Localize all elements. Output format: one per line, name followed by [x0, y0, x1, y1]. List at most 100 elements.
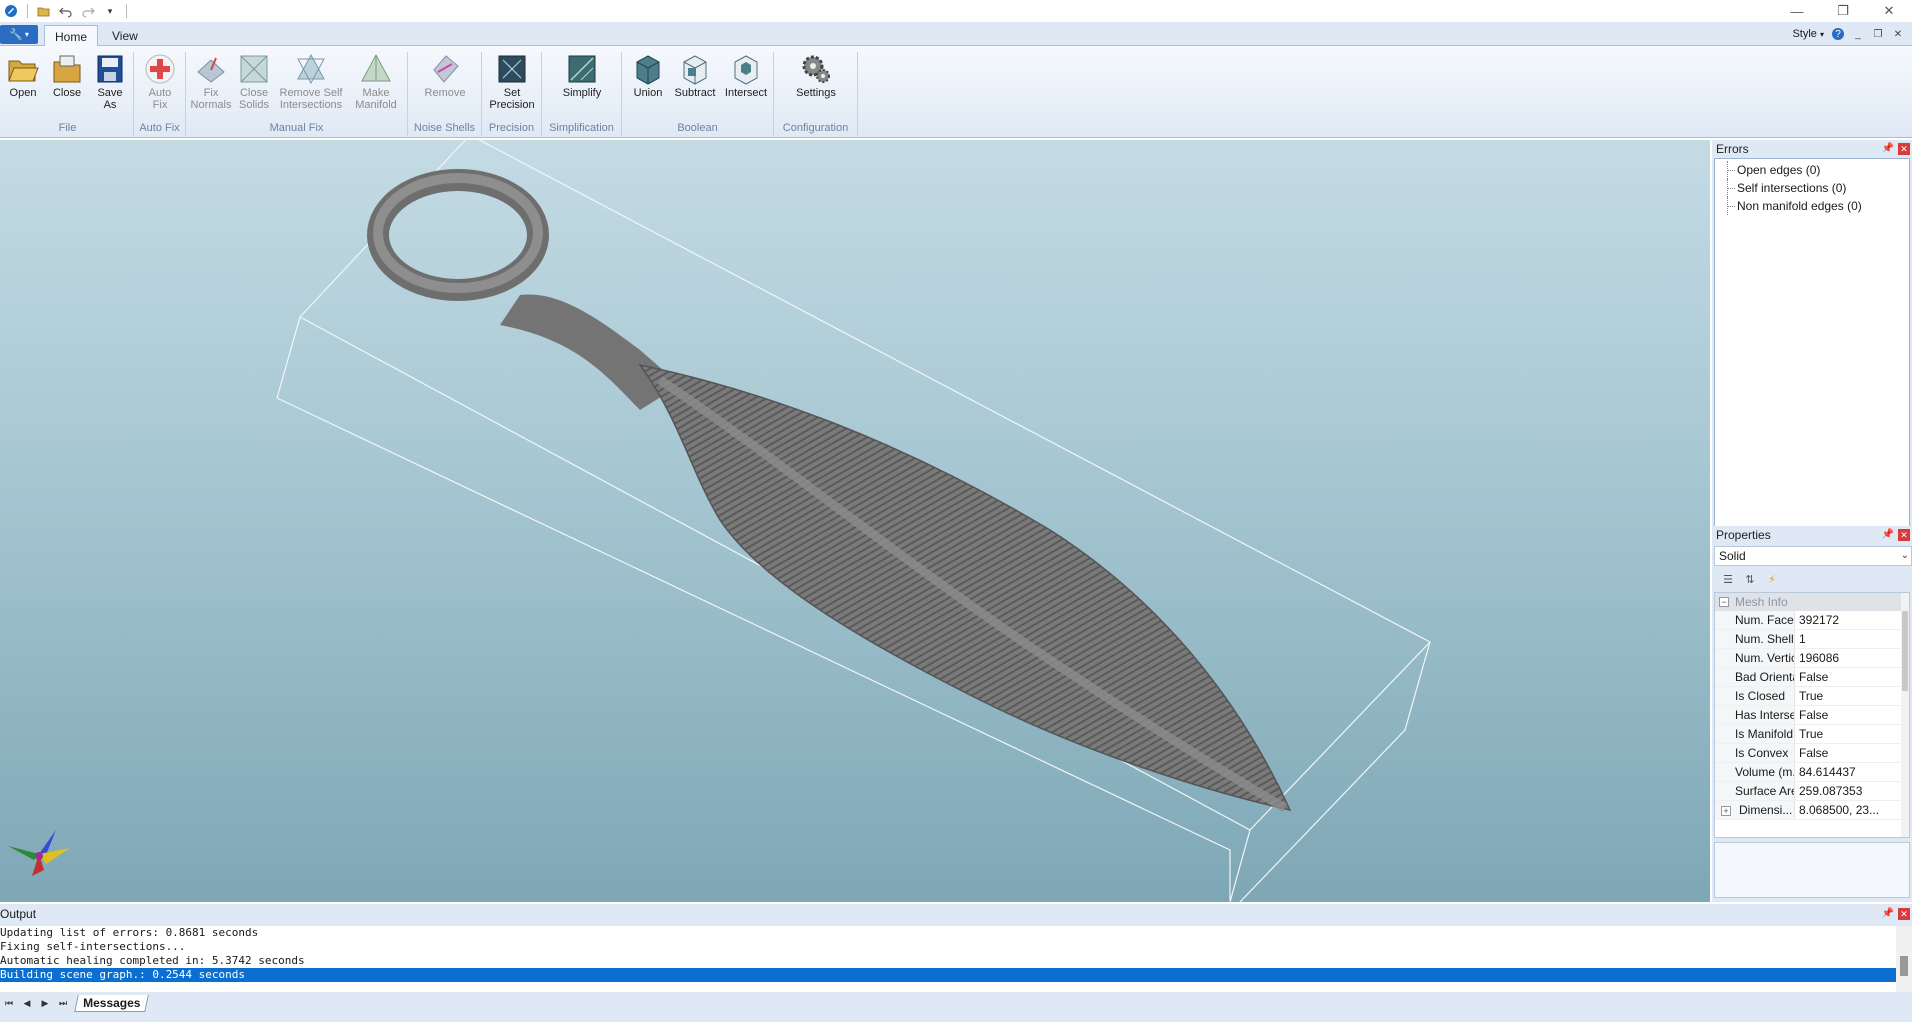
collapse-icon[interactable]: −: [1719, 597, 1729, 607]
redo-icon[interactable]: [79, 2, 97, 20]
close-icon[interactable]: ✕: [1898, 908, 1910, 920]
chevron-down-icon: ▾: [1819, 30, 1824, 39]
style-label: Style: [1792, 28, 1817, 40]
group-file: Open Close Save As File: [2, 52, 134, 136]
gear-icon: [802, 55, 830, 83]
union-cube-icon: [636, 55, 660, 85]
make-manifold-button[interactable]: Make Manifold: [350, 52, 402, 111]
property-value: False: [1799, 746, 1829, 760]
intersect-button[interactable]: Intersect: [722, 52, 770, 99]
fix-normals-button[interactable]: Fix Normals: [190, 52, 232, 111]
pin-icon[interactable]: 📌: [1882, 908, 1894, 919]
open-button[interactable]: Open: [2, 52, 44, 99]
remove-button[interactable]: Remove: [422, 52, 468, 99]
pendant-stem: [500, 294, 680, 410]
close-icon[interactable]: ✕: [1866, 0, 1912, 22]
scrollbar-thumb[interactable]: [1900, 956, 1908, 976]
output-log[interactable]: Updating list of errors: 0.8681 seconds …: [0, 926, 1896, 992]
property-row[interactable]: Is Convex False: [1715, 744, 1909, 763]
previous-tab-icon[interactable]: ◀: [18, 998, 36, 1009]
property-row[interactable]: Surface Are... 259.087353: [1715, 782, 1909, 801]
property-row[interactable]: Num. Vertices 196086: [1715, 649, 1909, 668]
property-value: True: [1799, 689, 1824, 703]
fix-normals-label: Fix Normals: [190, 87, 232, 111]
save-as-button[interactable]: Save As: [90, 52, 130, 111]
close-icon[interactable]: ✕: [1898, 529, 1910, 541]
3d-viewport[interactable]: [0, 140, 1710, 902]
divider: [126, 4, 127, 18]
window-controls: — ❐ ✕: [1774, 0, 1912, 22]
categorized-icon[interactable]: ☰: [1720, 571, 1736, 587]
set-precision-button[interactable]: Set Precision: [488, 52, 536, 111]
settings-label: Settings: [796, 87, 836, 99]
open-folder-icon[interactable]: [35, 2, 53, 20]
wrench-icon: 🔧: [9, 29, 23, 41]
minimize-icon[interactable]: —: [1774, 0, 1820, 22]
ribbon-tab-row: 🔧 ▾ Home View Style ▾ ? _ ❐ ✕: [0, 22, 1912, 47]
mdi-restore-icon[interactable]: ❐: [1872, 28, 1884, 40]
open-label: Open: [9, 87, 37, 99]
log-line: Automatic healing completed in: 5.3742 s…: [0, 954, 305, 967]
tab-messages[interactable]: Messages: [74, 994, 150, 1012]
application-menu-button[interactable]: 🔧 ▾: [0, 25, 38, 44]
property-value: 8.068500, 23...: [1799, 803, 1880, 817]
union-button[interactable]: Union: [628, 52, 668, 99]
remove-label: Remove: [424, 87, 466, 99]
style-menu[interactable]: Style ▾: [1792, 28, 1824, 40]
intersect-label: Intersect: [724, 87, 768, 99]
tab-view[interactable]: View: [102, 25, 148, 47]
tab-home[interactable]: Home: [44, 25, 99, 47]
property-value: False: [1799, 670, 1829, 684]
property-row[interactable]: Is Closed True: [1715, 687, 1909, 706]
object-selector[interactable]: Solid ⌄: [1714, 546, 1912, 566]
remove-self-intersections-label: Remove Self Intersections: [279, 87, 343, 111]
sort-alphabetical-icon[interactable]: ⇅: [1742, 571, 1758, 587]
property-row[interactable]: Bad Orienta... False: [1715, 668, 1909, 687]
expand-icon[interactable]: +: [1721, 805, 1731, 816]
property-grid-scrollbar[interactable]: [1901, 593, 1909, 837]
events-lightning-icon[interactable]: ⚡: [1764, 571, 1780, 587]
property-row[interactable]: Has Intersects False: [1715, 706, 1909, 725]
save-disk-icon: [97, 55, 123, 83]
tree-item-non-manifold-edges[interactable]: Non manifold edges (0): [1715, 197, 1909, 215]
settings-button[interactable]: Settings: [788, 52, 844, 99]
next-tab-icon[interactable]: ▶: [36, 998, 54, 1009]
undo-icon[interactable]: [57, 2, 75, 20]
properties-panel-title: Properties: [1716, 528, 1771, 542]
help-icon[interactable]: ?: [1832, 28, 1844, 40]
close-solids-button[interactable]: Close Solids: [234, 52, 274, 111]
property-row[interactable]: Num. Faces 392172: [1715, 611, 1909, 630]
output-scrollbar[interactable]: [1896, 926, 1912, 992]
tree-item-open-edges[interactable]: Open edges (0): [1715, 161, 1909, 179]
quick-access-toolbar: ▾: [0, 0, 130, 22]
remove-self-intersections-button[interactable]: Remove Self Intersections: [276, 52, 346, 111]
mdi-close-icon[interactable]: ✕: [1892, 28, 1904, 40]
scrollbar-thumb[interactable]: [1902, 611, 1908, 691]
property-row[interactable]: Num. Shells 1: [1715, 630, 1909, 649]
axis-triad-icon[interactable]: [4, 826, 74, 878]
tree-item-self-intersections[interactable]: Self intersections (0): [1715, 179, 1909, 197]
property-row-dimensions[interactable]: + Dimensi... 8.068500, 23...: [1715, 801, 1909, 820]
close-icon[interactable]: ✕: [1898, 143, 1910, 155]
customize-toolbar-dropdown-icon[interactable]: ▾: [101, 2, 119, 20]
first-tab-icon[interactable]: ⏮: [0, 998, 18, 1009]
last-tab-icon[interactable]: ⏭: [54, 998, 72, 1009]
subtract-button[interactable]: Subtract: [672, 52, 718, 99]
property-key: Num. Faces: [1715, 611, 1795, 629]
pin-icon[interactable]: 📌: [1882, 529, 1894, 540]
close-button[interactable]: Close: [46, 52, 88, 99]
mdi-minimize-icon[interactable]: _: [1852, 28, 1864, 40]
category-mesh-info[interactable]: − Mesh Info: [1715, 593, 1909, 611]
auto-fix-button[interactable]: Auto Fix: [140, 52, 180, 111]
title-bar: ▾ — ❐ ✕: [0, 0, 1912, 22]
property-row[interactable]: Is Manifold True: [1715, 725, 1909, 744]
union-label: Union: [633, 87, 663, 99]
chevron-down-icon: ⌄: [1900, 550, 1909, 561]
property-row[interactable]: Volume (m... 84.614437: [1715, 763, 1909, 782]
pin-icon[interactable]: 📌: [1882, 143, 1894, 154]
restore-icon[interactable]: ❐: [1820, 0, 1866, 22]
divider: [27, 4, 28, 18]
simplify-button[interactable]: Simplify: [556, 52, 608, 99]
simplify-icon: [568, 55, 596, 83]
group-precision: Set Precision Precision: [482, 52, 542, 136]
